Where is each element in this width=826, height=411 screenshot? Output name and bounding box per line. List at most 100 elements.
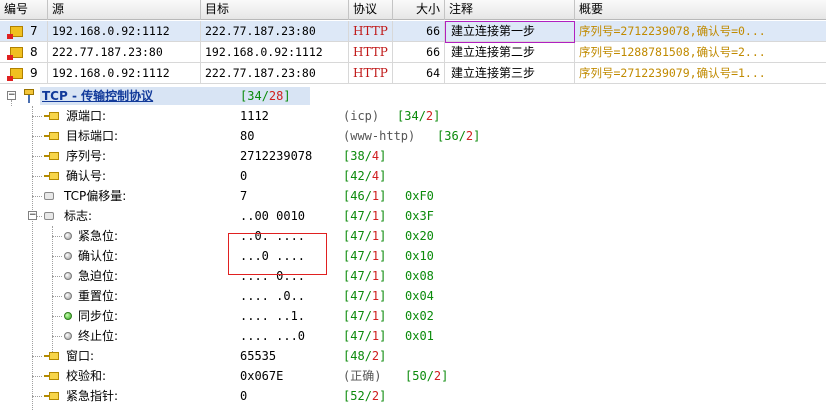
packet-size: 64 (393, 63, 445, 83)
field-value: .... ...0 (240, 329, 306, 343)
field-value: ..0. .... (240, 229, 306, 243)
field-offset: [48/2] (343, 349, 387, 363)
packet-size: 66 (393, 21, 445, 41)
field-icon (44, 111, 59, 121)
field-offset: [47/1] (343, 329, 387, 343)
bullet-icon (64, 292, 72, 300)
tree-guide (52, 236, 62, 237)
packet-protocol: HTTP (349, 21, 393, 41)
tree-node-field[interactable]: 重置位: .... .0.. [47/1] 0x04 (0, 286, 826, 306)
field-label: 标志: (64, 209, 93, 223)
field-label: 确认位: (78, 249, 119, 263)
field-label: 校验和: (66, 369, 107, 383)
field-label: 序列号: (66, 149, 107, 163)
field-offset: [36/2] (437, 129, 481, 143)
tree-node-field[interactable]: 窗口: 65535 [48/2] (0, 346, 826, 366)
field-label: TCP偏移量: (64, 189, 127, 203)
tree-guide (32, 176, 42, 177)
tree-node-field[interactable]: 序列号: 2712239078 [38/4] (0, 146, 826, 166)
field-hex: 0x04 (405, 289, 434, 303)
tree-guide (32, 396, 42, 397)
packet-destination: 192.168.0.92:1112 (201, 42, 349, 62)
field-hex: 0xF0 (405, 189, 434, 203)
field-hex: 0x08 (405, 269, 434, 283)
field-hex: 0x10 (405, 249, 434, 263)
tree-node-field[interactable]: 同步位: .... ..1. [47/1] 0x02 (0, 306, 826, 326)
field-icon (44, 371, 59, 381)
field-offset: [50/2] (405, 369, 449, 383)
bullet-icon (64, 252, 72, 260)
column-header-note[interactable]: 注释 (445, 0, 575, 20)
tree-node-field[interactable]: 校验和: 0x067E (正确) [50/2] (0, 366, 826, 386)
field-icon (44, 131, 59, 141)
protocol-icon (22, 89, 36, 103)
field-value: 2712239078 (240, 149, 313, 163)
packet-source: 222.77.187.23:80 (48, 42, 201, 62)
tree-node-field[interactable]: 紧急位: ..0. .... [47/1] 0x20 (0, 226, 826, 246)
field-value: 65535 (240, 349, 277, 363)
tree-node-field[interactable]: 确认位: ...0 .... [47/1] 0x10 (0, 246, 826, 266)
packet-note: 建立连接第一步 (445, 21, 575, 41)
packet-source: 192.168.0.92:1112 (48, 21, 201, 41)
field-value: ...0 .... (240, 249, 306, 263)
field-label: 窗口: (66, 349, 95, 363)
field-offset: [46/1] (343, 189, 387, 203)
tree-node-field[interactable]: 终止位: .... ...0 [47/1] 0x01 (0, 326, 826, 346)
tree-guide (52, 296, 62, 297)
field-offset: [47/1] (343, 209, 387, 223)
packet-destination: 222.77.187.23:80 (201, 21, 349, 41)
packet-note: 建立连接第二步 (445, 42, 575, 62)
collapse-icon[interactable]: − (28, 211, 37, 220)
bullet-icon (64, 272, 72, 280)
field-offset: [47/1] (343, 289, 387, 303)
collapse-icon[interactable]: − (7, 91, 16, 100)
packet-protocol: HTTP (349, 63, 393, 83)
field-value: 0 (240, 169, 248, 183)
group-icon (44, 212, 54, 220)
column-header-number[interactable]: 编号 (0, 0, 48, 20)
tree-guide (52, 336, 62, 337)
field-offset: [47/1] (343, 269, 387, 283)
column-header-source[interactable]: 源 (48, 0, 201, 20)
column-header-size[interactable]: 大小 (393, 0, 445, 20)
field-label: 急迫位: (78, 269, 119, 283)
field-value: .... ..1. (240, 309, 306, 323)
field-label: 确认号: (66, 169, 107, 183)
field-hex: 0x20 (405, 229, 434, 243)
field-value: 0x067E (240, 369, 284, 383)
field-value: 0 (240, 389, 248, 403)
field-label: 同步位: (78, 309, 119, 323)
tree-node-field[interactable]: 急迫位: .... 0... [47/1] 0x08 (0, 266, 826, 286)
packet-destination: 222.77.187.23:80 (201, 63, 349, 83)
tree-guide (32, 116, 42, 117)
field-hex: 0x01 (405, 329, 434, 343)
packet-row[interactable]: 7 192.168.0.92:1112 222.77.187.23:80 HTT… (0, 21, 826, 42)
tree-node-field[interactable]: 目标端口: 80 (www-http) [36/2] (0, 126, 826, 146)
tree-node-field[interactable]: TCP偏移量: 7 [46/1] 0xF0 (0, 186, 826, 206)
bullet-icon (64, 232, 72, 240)
column-header-destination[interactable]: 目标 (201, 0, 349, 20)
packet-row[interactable]: 8 222.77.187.23:80 192.168.0.92:1112 HTT… (0, 42, 826, 63)
tree-guide (52, 316, 62, 317)
packet-row[interactable]: 9 192.168.0.92:1112 222.77.187.23:80 HTT… (0, 63, 826, 84)
bullet-icon (64, 332, 72, 340)
column-header-protocol[interactable]: 协议 (349, 0, 393, 20)
field-label: 终止位: (78, 329, 119, 343)
field-value: ..00 0010 (240, 209, 306, 223)
tree-guide (32, 136, 42, 137)
tree-node-tcp[interactable]: − TCP - 传输控制协议 [34/28] (0, 86, 826, 106)
field-offset: [52/2] (343, 389, 387, 403)
decode-tree: − TCP - 传输控制协议 [34/28] 源端口: 1112 (icp) [34/… (0, 86, 826, 411)
field-value: 80 (240, 129, 255, 143)
field-description: (icp) (343, 109, 380, 123)
column-header-summary[interactable]: 概要 (575, 0, 826, 20)
tree-node-field[interactable]: 紧急指针: 0 [52/2] (0, 386, 826, 406)
field-value: 7 (240, 189, 248, 203)
field-hex: 0x02 (405, 309, 434, 323)
packet-list: 编号 源 目标 协议 大小 注释 概要 7 192.168.0.92:1112 … (0, 0, 826, 84)
tree-node-field[interactable]: 源端口: 1112 (icp) [34/2] (0, 106, 826, 126)
tree-node-field[interactable]: 确认号: 0 [42/4] (0, 166, 826, 186)
field-label: 目标端口: (66, 129, 119, 143)
tree-guide (52, 256, 62, 257)
tree-node-field[interactable]: − 标志: ..00 0010 [47/1] 0x3F (0, 206, 826, 226)
